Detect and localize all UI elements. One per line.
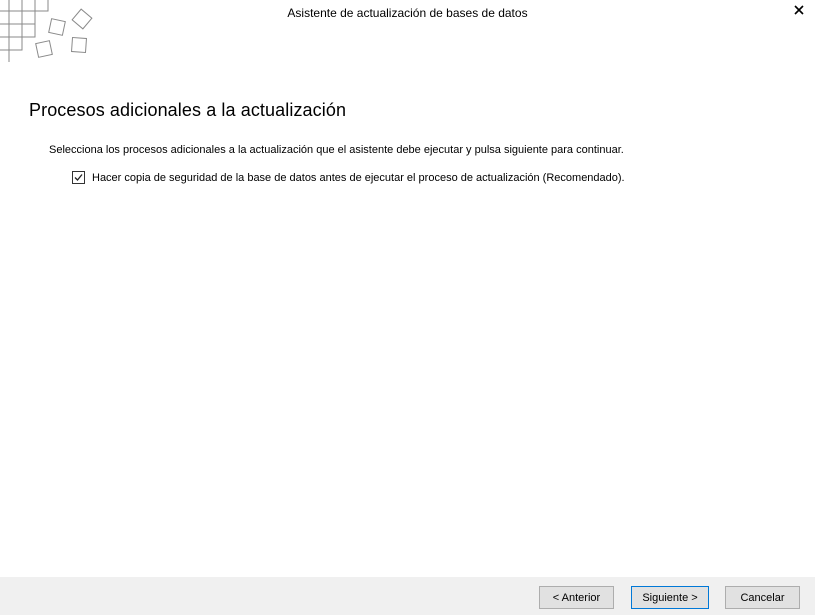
instructions-text: Selecciona los procesos adicionales a la…	[49, 144, 624, 156]
back-button[interactable]: < Anterior	[539, 586, 614, 609]
next-button[interactable]: Siguiente >	[631, 586, 709, 609]
backup-option-label: Hacer copia de seguridad de la base de d…	[92, 171, 625, 184]
footer-bar: < Anterior Siguiente > Cancelar	[0, 577, 815, 615]
close-icon	[794, 5, 804, 15]
title-bar: Asistente de actualización de bases de d…	[0, 0, 815, 28]
close-button[interactable]	[787, 0, 811, 20]
window-title: Asistente de actualización de bases de d…	[287, 6, 528, 20]
page-heading: Procesos adicionales a la actualización	[29, 100, 347, 120]
cancel-button[interactable]: Cancelar	[725, 586, 800, 609]
backup-checkbox[interactable]	[72, 171, 85, 184]
checkmark-icon	[74, 174, 83, 181]
backup-option[interactable]: Hacer copia de seguridad de la base de d…	[72, 171, 625, 184]
